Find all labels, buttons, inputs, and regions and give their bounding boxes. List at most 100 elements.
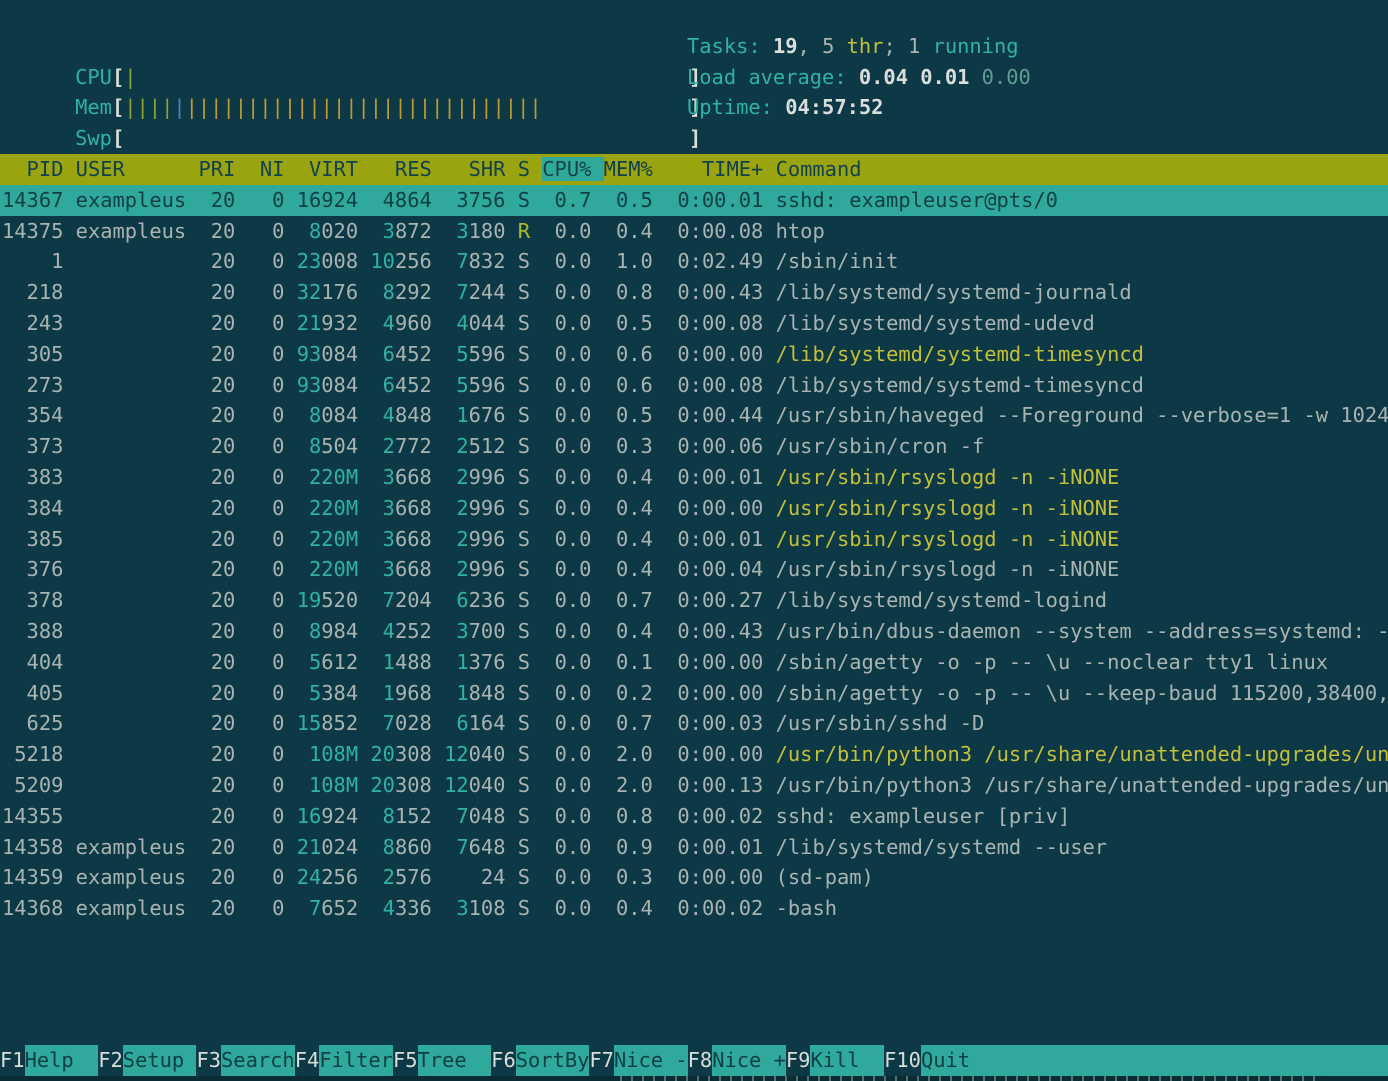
cell-shr: 1376 bbox=[444, 650, 505, 674]
fkey-f8-label[interactable]: Nice + bbox=[712, 1045, 786, 1076]
uptime-value: 04:57:52 bbox=[785, 95, 883, 119]
cell-cpu: 0.0 bbox=[542, 896, 591, 920]
process-row-pid-388[interactable]: 388 20 0 8984 4252 3700 S 0.0 0.4 0:00.4… bbox=[0, 616, 1388, 647]
col-header-mem[interactable]: MEM% bbox=[604, 157, 653, 181]
col-header-cpu-sorted[interactable]: CPU% bbox=[542, 157, 603, 181]
cell-shr: 3180 bbox=[444, 219, 505, 243]
fkey-f1-label[interactable]: Help bbox=[25, 1045, 99, 1076]
process-row-pid-378[interactable]: 378 20 0 19520 7204 6236 S 0.0 0.7 0:00.… bbox=[0, 585, 1388, 616]
process-row-pid-385[interactable]: 385 20 0 220M 3668 2996 S 0.0 0.4 0:00.0… bbox=[0, 524, 1388, 555]
fkey-f6-label[interactable]: SortBy bbox=[516, 1045, 590, 1076]
process-row-pid-383[interactable]: 383 20 0 220M 3668 2996 S 0.0 0.4 0:00.0… bbox=[0, 462, 1388, 493]
cell-pri: 20 bbox=[198, 188, 235, 212]
process-row-pid-14367[interactable]: 14367 exampleus 20 0 16924 4864 3756 S 0… bbox=[0, 185, 1388, 216]
col-header-time[interactable]: TIME+ bbox=[665, 157, 763, 181]
fkey-f2-key[interactable]: F2 bbox=[98, 1045, 123, 1076]
process-row-pid-14358[interactable]: 14358 exampleus 20 0 21024 8860 7648 S 0… bbox=[0, 832, 1388, 863]
fkey-f7-label[interactable]: Nice - bbox=[614, 1045, 688, 1076]
fkey-f4-label[interactable]: Filter bbox=[319, 1045, 393, 1076]
fkey-f5-label[interactable]: Tree bbox=[418, 1045, 492, 1076]
process-row-pid-14368[interactable]: 14368 exampleus 20 0 7652 4336 3108 S 0.… bbox=[0, 893, 1388, 924]
cell-command: /lib/systemd/systemd-timesyncd bbox=[776, 342, 1144, 366]
cell-time: 0:00.43 bbox=[665, 280, 763, 304]
fkey-f6-key[interactable]: F6 bbox=[491, 1045, 516, 1076]
fkey-f5-key[interactable]: F5 bbox=[393, 1045, 418, 1076]
col-header-ni[interactable]: NI bbox=[248, 157, 285, 181]
cell-time: 0:00.04 bbox=[665, 557, 763, 581]
cell-time: 0:00.44 bbox=[665, 403, 763, 427]
process-row-pid-354[interactable]: 354 20 0 8084 4848 1676 S 0.0 0.5 0:00.4… bbox=[0, 400, 1388, 431]
fkey-f10-label[interactable]: Quit bbox=[921, 1045, 1388, 1076]
cell-user bbox=[76, 711, 187, 735]
process-row-pid-405[interactable]: 405 20 0 5384 1968 1848 S 0.0 0.2 0:00.0… bbox=[0, 678, 1388, 709]
fkey-f1-key[interactable]: F1 bbox=[0, 1045, 25, 1076]
process-row-pid-273[interactable]: 273 20 0 93084 6452 5596 S 0.0 0.6 0:00.… bbox=[0, 370, 1388, 401]
cell-time: 0:00.01 bbox=[665, 835, 763, 859]
process-row-pid-14359[interactable]: 14359 exampleus 20 0 24256 2576 24 S 0.0… bbox=[0, 862, 1388, 893]
process-row-pid-305[interactable]: 305 20 0 93084 6452 5596 S 0.0 0.6 0:00.… bbox=[0, 339, 1388, 370]
cell-state: S bbox=[518, 311, 530, 335]
fkey-f3-label[interactable]: Search bbox=[221, 1045, 295, 1076]
cell-pid: 388 bbox=[2, 619, 63, 643]
col-header-pid[interactable]: PID bbox=[2, 157, 63, 181]
cell-command: /usr/bin/python3 /usr/share/unattended-u… bbox=[776, 773, 1388, 797]
tasks-sep: , bbox=[798, 34, 823, 58]
cell-mem: 0.4 bbox=[604, 896, 653, 920]
cell-pri: 20 bbox=[198, 311, 235, 335]
cell-command: /usr/sbin/cron -f bbox=[776, 434, 985, 458]
col-header-user[interactable]: USER bbox=[76, 157, 187, 181]
cell-ni: 0 bbox=[248, 527, 285, 551]
cell-mem: 0.1 bbox=[604, 650, 653, 674]
cell-time: 0:00.00 bbox=[665, 496, 763, 520]
cell-virt: 93084 bbox=[297, 342, 358, 366]
col-header-state[interactable]: S bbox=[518, 157, 530, 181]
fkey-f7-key[interactable]: F7 bbox=[589, 1045, 614, 1076]
cell-ni: 0 bbox=[248, 711, 285, 735]
fkey-f2-label[interactable]: Setup bbox=[123, 1045, 197, 1076]
fkey-f8-key[interactable]: F8 bbox=[688, 1045, 713, 1076]
process-row-pid-1[interactable]: 1 20 0 23008 10256 7832 S 0.0 1.0 0:02.4… bbox=[0, 246, 1388, 277]
tasks-count: 19 bbox=[773, 34, 798, 58]
process-row-pid-373[interactable]: 373 20 0 8504 2772 2512 S 0.0 0.3 0:00.0… bbox=[0, 431, 1388, 462]
col-header-virt[interactable]: VIRT bbox=[297, 157, 358, 181]
process-row-pid-5218[interactable]: 5218 20 0 108M 20308 12040 S 0.0 2.0 0:0… bbox=[0, 739, 1388, 770]
process-row-pid-243[interactable]: 243 20 0 21932 4960 4044 S 0.0 0.5 0:00.… bbox=[0, 308, 1388, 339]
cell-user: exampleus bbox=[76, 896, 187, 920]
fkey-f9-label[interactable]: Kill bbox=[810, 1045, 884, 1076]
process-row-pid-14375[interactable]: 14375 exampleus 20 0 8020 3872 3180 R 0.… bbox=[0, 216, 1388, 247]
table-header: PID USER PRI NI VIRT RES SHR S CPU% MEM%… bbox=[0, 154, 1388, 185]
cell-ni: 0 bbox=[248, 619, 285, 643]
uptime-label: Uptime: bbox=[687, 95, 785, 119]
cell-ni: 0 bbox=[248, 681, 285, 705]
cell-ni: 0 bbox=[248, 742, 285, 766]
cell-cpu: 0.0 bbox=[542, 804, 591, 828]
col-header-shr[interactable]: SHR bbox=[444, 157, 505, 181]
fkey-f10-key[interactable]: F10 bbox=[884, 1045, 921, 1076]
process-row-pid-376[interactable]: 376 20 0 220M 3668 2996 S 0.0 0.4 0:00.0… bbox=[0, 554, 1388, 585]
fkey-f9-key[interactable]: F9 bbox=[786, 1045, 811, 1076]
process-row-pid-14355[interactable]: 14355 20 0 16924 8152 7048 S 0.0 0.8 0:0… bbox=[0, 801, 1388, 832]
process-row-pid-404[interactable]: 404 20 0 5612 1488 1376 S 0.0 0.1 0:00.0… bbox=[0, 647, 1388, 678]
process-row-pid-625[interactable]: 625 20 0 15852 7028 6164 S 0.0 0.7 0:00.… bbox=[0, 708, 1388, 739]
cell-time: 0:00.01 bbox=[665, 188, 763, 212]
fkey-f3-key[interactable]: F3 bbox=[196, 1045, 221, 1076]
process-row-pid-384[interactable]: 384 20 0 220M 3668 2996 S 0.0 0.4 0:00.0… bbox=[0, 493, 1388, 524]
cell-cpu: 0.0 bbox=[542, 219, 591, 243]
cell-cpu: 0.7 bbox=[542, 188, 591, 212]
cell-pid: 218 bbox=[2, 280, 63, 304]
col-header-command[interactable]: Command bbox=[776, 157, 862, 181]
cell-virt: 21024 bbox=[297, 835, 358, 859]
spacer-row bbox=[0, 123, 1388, 154]
cell-pid: 1 bbox=[2, 249, 63, 273]
cell-time: 0:00.00 bbox=[665, 342, 763, 366]
cell-command: /usr/sbin/rsyslogd -n -iNONE bbox=[776, 527, 1120, 551]
col-header-pri[interactable]: PRI bbox=[198, 157, 235, 181]
col-header-res[interactable]: RES bbox=[370, 157, 431, 181]
fkey-f4-key[interactable]: F4 bbox=[295, 1045, 320, 1076]
cell-user bbox=[76, 527, 187, 551]
process-row-pid-218[interactable]: 218 20 0 32176 8292 7244 S 0.0 0.8 0:00.… bbox=[0, 277, 1388, 308]
process-row-pid-5209[interactable]: 5209 20 0 108M 20308 12040 S 0.0 2.0 0:0… bbox=[0, 770, 1388, 801]
cell-cpu: 0.0 bbox=[542, 711, 591, 735]
cell-ni: 0 bbox=[248, 311, 285, 335]
cell-pid: 405 bbox=[2, 681, 63, 705]
